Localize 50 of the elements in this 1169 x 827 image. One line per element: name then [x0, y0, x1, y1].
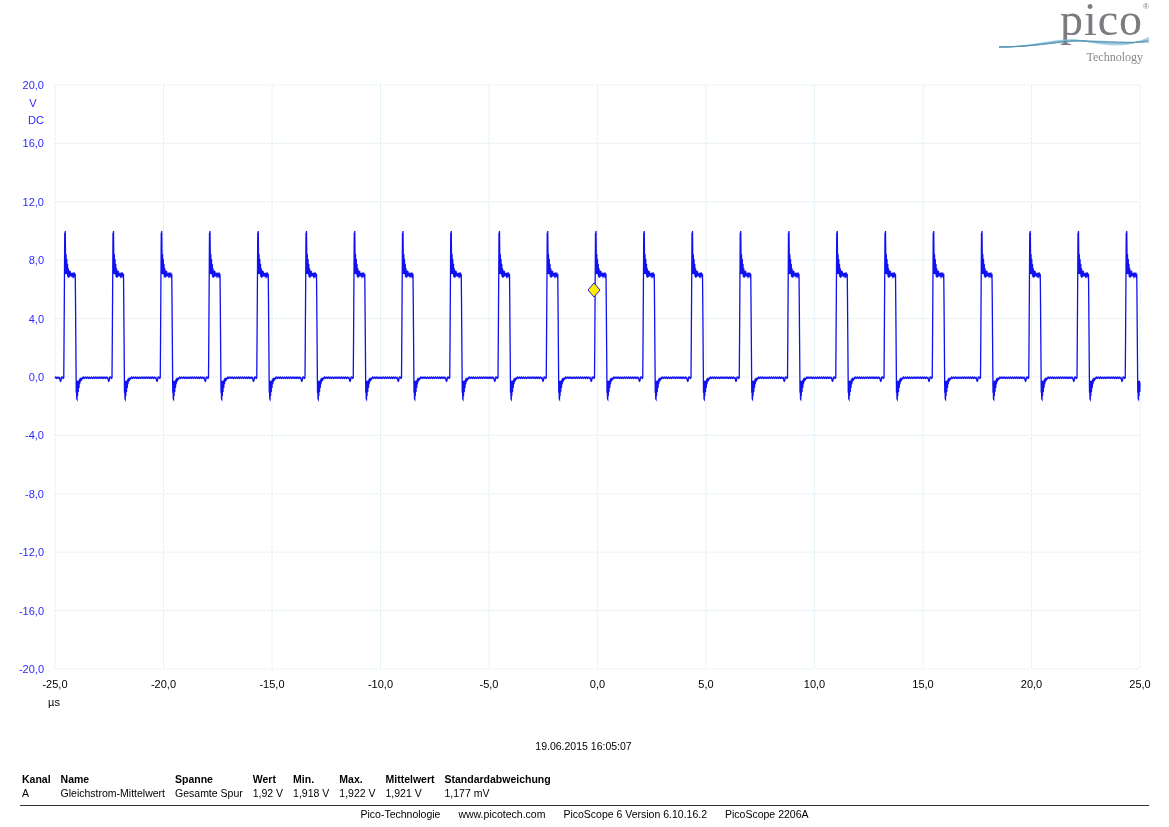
- x-axis-label: -5,0: [479, 678, 499, 690]
- x-axis-label: 10,0: [803, 678, 826, 690]
- x-axis-label: 25,0: [1129, 678, 1151, 690]
- column-header: Name: [59, 773, 91, 787]
- x-axis-label: 5,0: [698, 678, 714, 690]
- y-axis-label: -8,0: [25, 487, 44, 500]
- registered-mark: ®: [1143, 2, 1149, 11]
- table-cell-text: Gleichstrom-Mittelwert: [59, 787, 167, 799]
- y-axis-label: -20,0: [18, 663, 44, 675]
- y-axis-unit: V: [29, 97, 37, 109]
- y-axis-label: 12,0: [22, 195, 44, 208]
- y-axis-label: 8,0: [28, 254, 44, 267]
- y-axis-label: 4,0: [28, 312, 44, 325]
- table-cell-text: A: [21, 787, 30, 799]
- x-axis-label: -25,0: [42, 678, 68, 690]
- column-header: Standardabweichung: [443, 773, 552, 787]
- column-header: Kanal: [21, 773, 52, 787]
- column-header: Wert: [251, 773, 277, 787]
- x-axis-label: 15,0: [912, 678, 934, 690]
- column-header: Max.: [338, 773, 364, 787]
- x-axis-label: -20,0: [150, 678, 177, 690]
- logo-tagline: Technology: [1086, 50, 1143, 65]
- y-axis-label: 0,0: [28, 371, 44, 383]
- footer-text: PicoScope 2206A: [725, 808, 809, 820]
- column-header: Spanne: [174, 773, 214, 787]
- x-axis-label: 20,0: [1020, 678, 1043, 690]
- y-axis-label: -16,0: [18, 604, 44, 617]
- logo-wordmark: pico: [1059, 0, 1144, 46]
- footer-text: Pico-Technologie: [360, 808, 441, 820]
- table-cell-text: 1,918 V: [292, 787, 331, 799]
- timestamp: 19.06.2015 16:05:07: [534, 740, 633, 752]
- x-axis-label: 0,0: [589, 678, 606, 690]
- table-cell-text: 1,921 V: [384, 787, 423, 799]
- footer-text: www.picotech.com: [458, 808, 546, 820]
- y-axis-label: -4,0: [25, 429, 44, 442]
- footer-text: PicoScope 6 Version 6.10.16.2: [563, 808, 707, 820]
- trigger-marker[interactable]: [587, 282, 601, 298]
- table-cell-text: 1,922 V: [338, 787, 377, 799]
- x-axis-label: -15,0: [259, 678, 285, 690]
- x-axis-label: -10,0: [367, 678, 394, 690]
- column-header: Min.: [292, 773, 316, 787]
- table-cell-text: Gesamte Spur: [174, 787, 244, 799]
- column-header: Mittelwert: [384, 773, 436, 787]
- x-axis-unit: µs: [48, 696, 60, 708]
- y-axis-label: -12,0: [18, 546, 44, 559]
- coupling-label: DC: [28, 114, 44, 126]
- y-axis-label: 20,0: [22, 80, 44, 91]
- y-axis-label: 16,0: [22, 137, 44, 150]
- table-cell-text: 1,177 mV: [443, 787, 491, 799]
- table-cell-text: 1,92 V: [251, 787, 285, 799]
